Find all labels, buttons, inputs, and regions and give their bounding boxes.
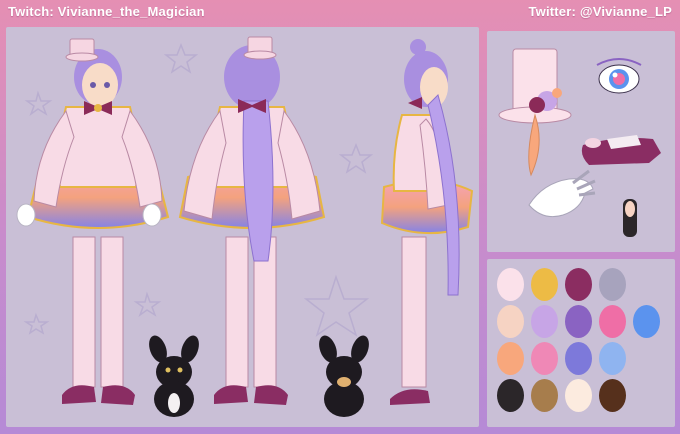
heel-detail — [623, 199, 637, 237]
turnaround-panel — [6, 27, 479, 427]
palette-swatch — [565, 305, 592, 338]
palette-swatch — [531, 268, 558, 301]
front-view — [16, 38, 170, 405]
palette-swatch — [497, 342, 524, 375]
palette-swatch — [565, 268, 592, 301]
turnaround-art — [16, 36, 474, 417]
twitch-handle: Twitch: Vivianne_the_Magician — [8, 4, 205, 19]
palette-swatch — [599, 342, 626, 375]
accessories-panel — [487, 31, 675, 252]
bunny-back — [319, 335, 369, 417]
back-view — [178, 36, 326, 405]
bunny-front — [149, 335, 199, 417]
palette-swatch — [531, 305, 558, 338]
palette-swatch — [497, 268, 524, 301]
palette-swatch — [531, 379, 558, 412]
eye-detail — [596, 58, 642, 94]
palette-swatch — [599, 379, 626, 412]
palette-swatch — [565, 379, 592, 412]
palette-swatch — [599, 305, 626, 338]
palette-swatch — [633, 305, 660, 338]
shoe-detail — [581, 135, 661, 165]
accessories-art — [498, 48, 661, 237]
color-palette-panel — [487, 259, 675, 427]
palette-swatch — [497, 305, 524, 338]
side-view — [380, 39, 474, 405]
palette-swatch — [599, 268, 626, 301]
top-hat-detail — [498, 48, 572, 177]
palette-swatch — [531, 342, 558, 375]
palette-swatch — [565, 342, 592, 375]
glove-detail — [528, 169, 596, 218]
twitter-handle: Twitter: @Vivianne_LP — [528, 4, 672, 19]
palette-swatch — [497, 379, 524, 412]
